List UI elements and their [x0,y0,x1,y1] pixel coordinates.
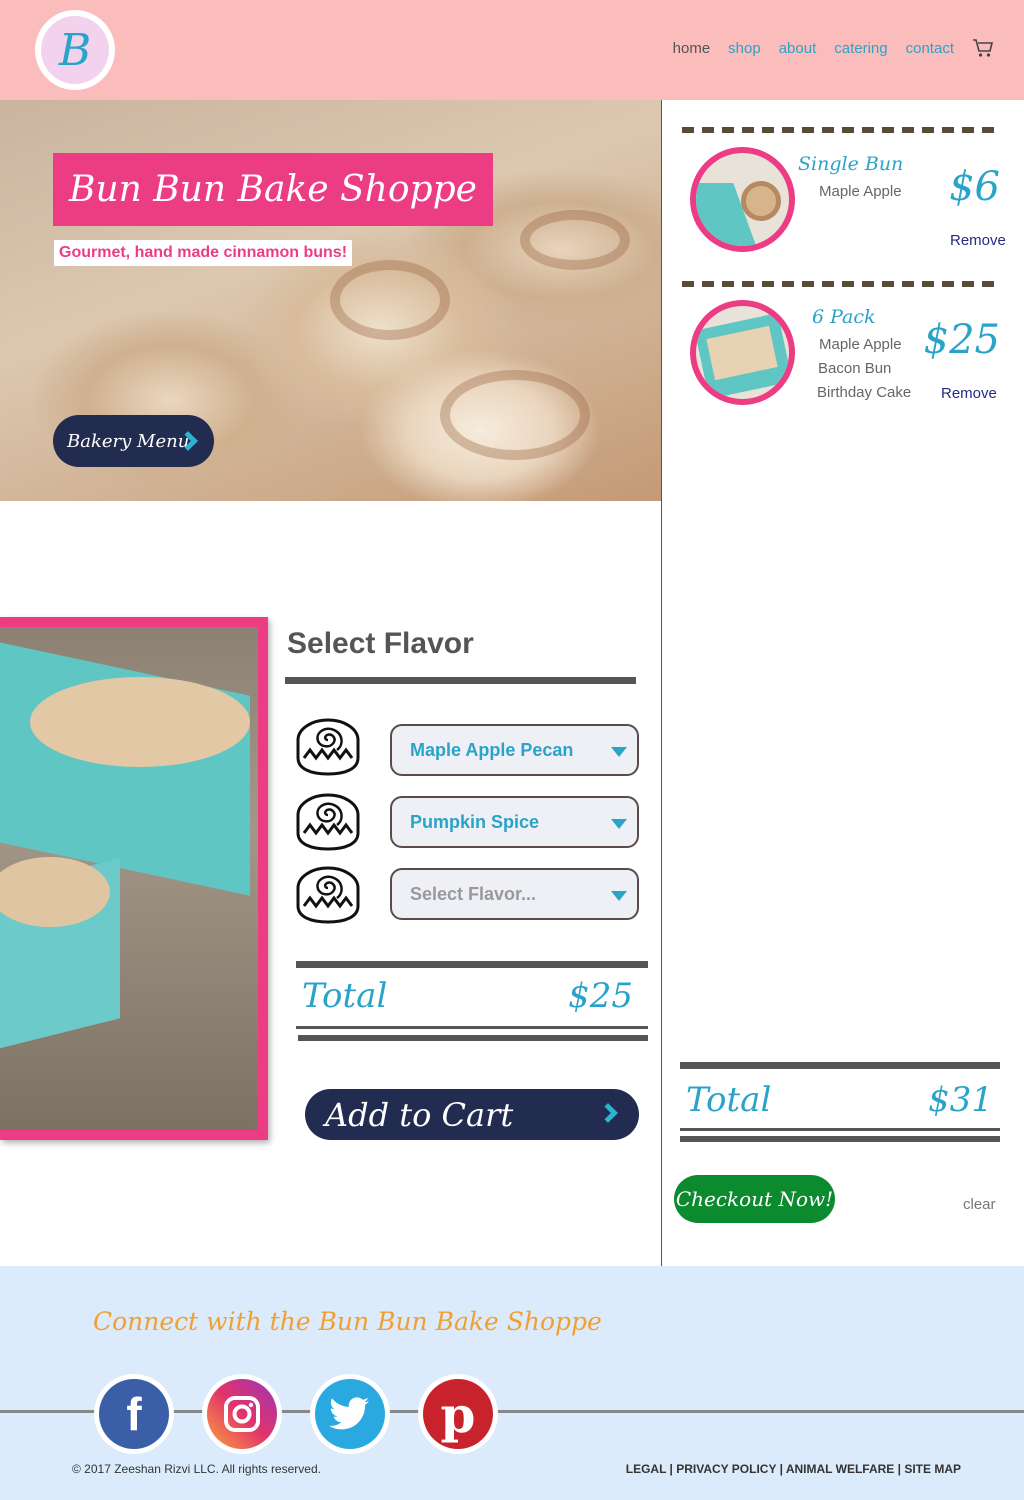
site-header: B home shop about catering contact [0,0,1024,100]
remove-item-button[interactable]: Remove [941,385,997,402]
divider [680,1136,1000,1142]
dashed-divider [682,281,994,287]
twitter-icon [315,1379,385,1449]
main-nav: home shop about catering contact [673,38,994,58]
product-buns [30,677,250,767]
product-photo [0,627,258,1130]
add-to-cart-button[interactable]: Add to Cart [305,1089,639,1140]
footer-links: LEGAL | PRIVACY POLICY | ANIMAL WELFARE … [625,1462,961,1476]
dashed-divider [682,127,994,133]
dropdown-arrow-icon [611,891,627,901]
cart-total-label: Total [686,1080,772,1120]
cart-item-photo [696,306,789,399]
cart-item-flavor: Maple Apple [819,183,902,200]
cinnamon-bun-icon [296,793,360,851]
hero-title: Bun Bun Bake Shoppe [53,153,493,226]
clear-cart-link[interactable]: clear [963,1196,996,1213]
cinnamon-bun-icon [296,718,360,776]
privacy-policy-link[interactable]: PRIVACY POLICY [676,1462,776,1476]
twitter-link[interactable] [310,1374,390,1454]
chevron-right-icon [598,1103,618,1123]
hero-bun-swirl [330,260,450,340]
product-total-value: $25 [568,976,633,1016]
facebook-link[interactable]: f [94,1374,174,1454]
site-map-link[interactable]: SITE MAP [904,1462,961,1476]
select-flavor-title: Select Flavor [287,627,474,660]
cart-item-photo [696,153,789,246]
checkout-button[interactable]: Checkout Now! [674,1175,835,1223]
cinnamon-bun-icon [296,866,360,924]
cart-total-value: $31 [928,1080,993,1120]
divider [296,961,648,968]
logo-letter: B [41,16,109,84]
bun-image [741,181,781,221]
flavor-select-value: Maple Apple Pecan [410,740,574,760]
flavor-select-placeholder: Select Flavor... [410,884,537,904]
flavor-select-2[interactable]: Pumpkin Spice [390,796,639,848]
cart-item-flavor: Birthday Cake [817,384,912,401]
connect-heading: Connect with the Bun Bun Bake Shoppe [93,1307,602,1336]
site-logo[interactable]: B [35,10,115,90]
facebook-icon: f [99,1379,169,1449]
cart-icon[interactable] [972,38,994,58]
remove-item-button[interactable]: Remove [950,232,1006,249]
product-image-frame [0,617,268,1140]
nav-catering[interactable]: catering [834,40,887,57]
bakery-menu-label: Bakery Menu [67,430,190,452]
cart-item-name: 6 Pack [812,306,876,328]
hero-banner: Bun Bun Bake Shoppe Gourmet, hand made c… [0,100,661,501]
column-divider [661,100,662,1266]
divider [680,1128,1000,1131]
divider [298,1035,648,1041]
instagram-link[interactable] [202,1374,282,1454]
pinterest-link[interactable]: p [418,1374,498,1454]
nav-home[interactable]: home [673,40,711,57]
flavor-select-3[interactable]: Select Flavor... [390,868,639,920]
divider [285,677,636,684]
cart-item-thumbnail [690,300,795,405]
nav-about[interactable]: about [779,40,817,57]
hero-bun-swirl [520,210,630,270]
hero-bun-swirl [440,370,590,460]
bakery-menu-button[interactable]: Bakery Menu [53,415,214,467]
cart-item-flavor: Bacon Bun [818,360,892,377]
cart-item-flavor: Maple Apple [819,336,902,353]
cart-item-name: Single Bun [798,153,904,175]
copyright-text: © 2017 Zeeshan Rizvi LLC. All rights res… [72,1462,321,1476]
cart-item-price: $6 [949,164,1000,210]
hero-subtitle: Gourmet, hand made cinnamon buns! [54,240,353,266]
product-total-label: Total [302,976,388,1016]
instagram-icon [207,1379,277,1449]
cart-item-price: $25 [923,317,1000,363]
pinterest-icon: p [423,1379,493,1449]
flavor-select-value: Pumpkin Spice [410,812,540,832]
cart-item-thumbnail [690,147,795,252]
nav-shop[interactable]: shop [728,40,761,57]
legal-link[interactable]: LEGAL [626,1462,666,1476]
animal-welfare-link[interactable]: ANIMAL WELFARE [786,1462,894,1476]
dropdown-arrow-icon [611,747,627,757]
divider [680,1062,1000,1069]
nav-contact[interactable]: contact [906,40,954,57]
flavor-select-1[interactable]: Maple Apple Pecan [390,724,639,776]
dropdown-arrow-icon [611,819,627,829]
add-to-cart-label: Add to Cart [325,1095,514,1134]
divider [296,1026,648,1029]
